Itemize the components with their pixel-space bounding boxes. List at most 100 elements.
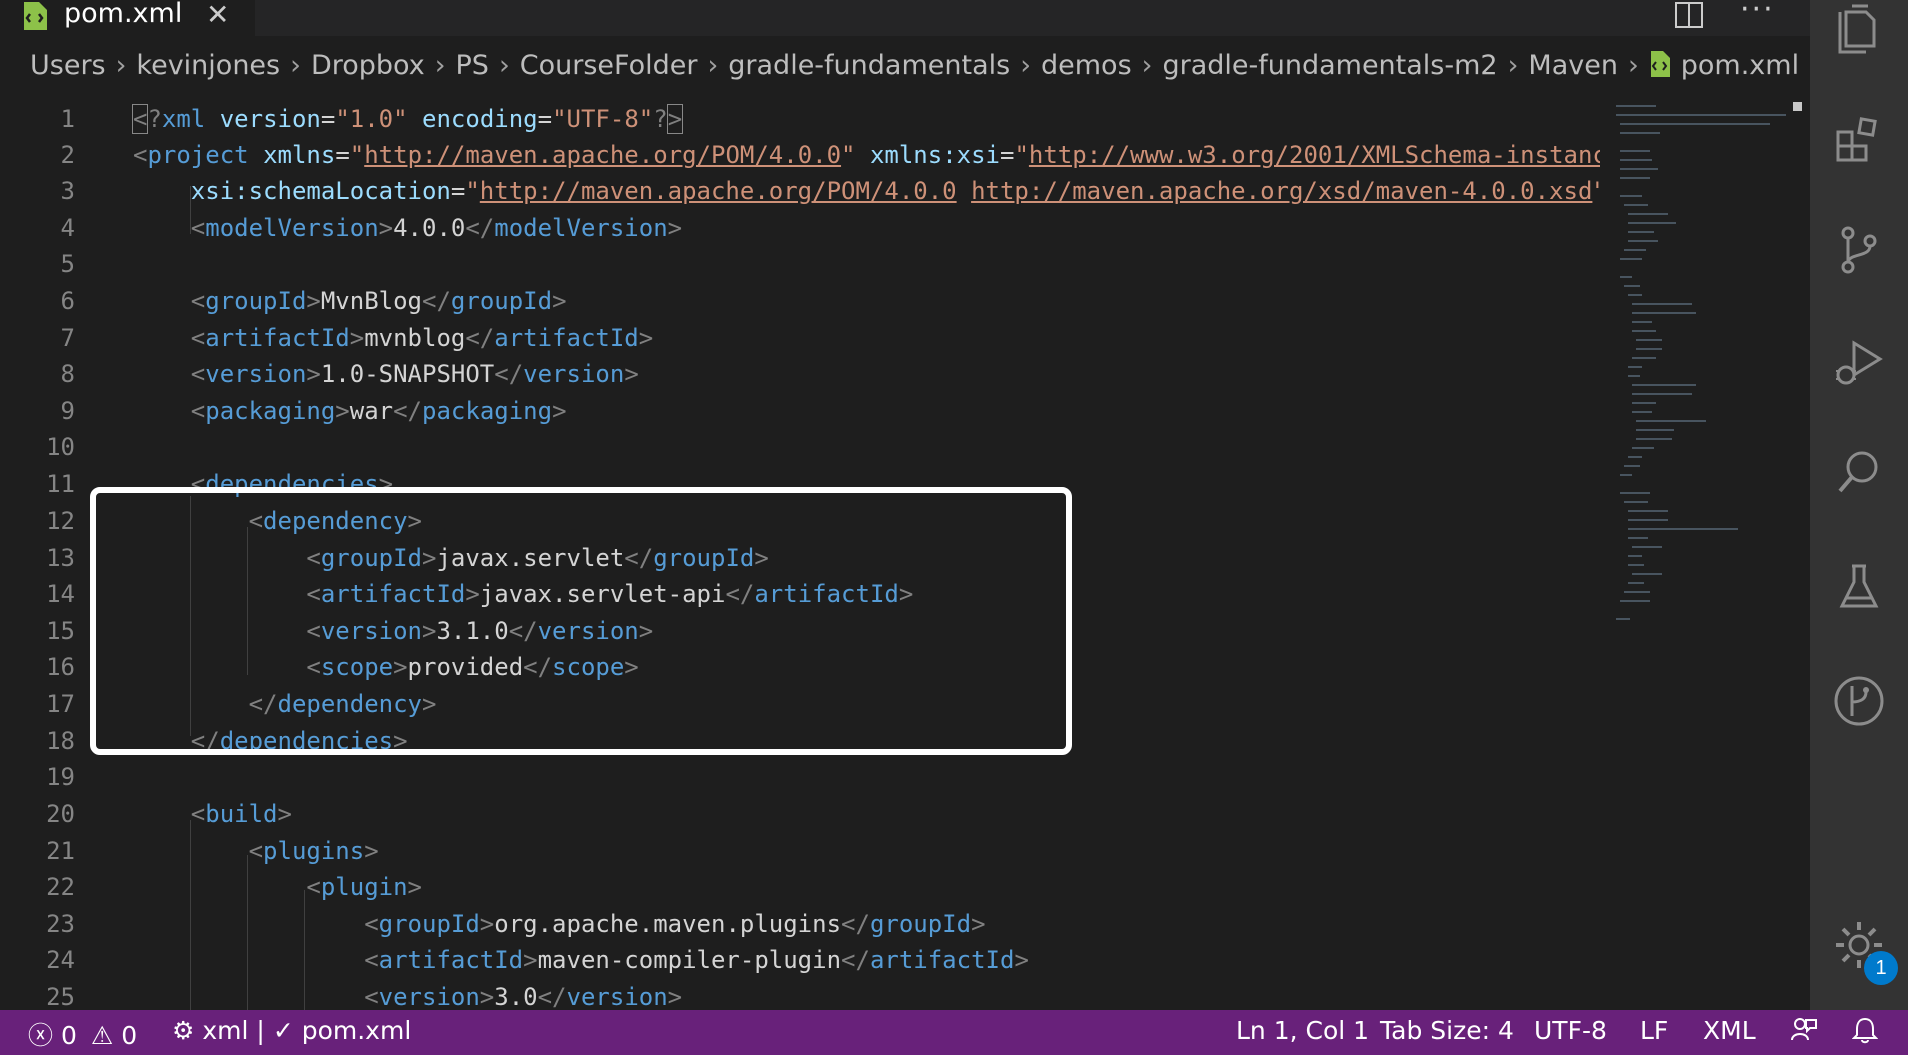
line-number: 20 xyxy=(46,800,75,828)
tab-label: pom.xml xyxy=(64,0,183,29)
line-content: xsi:schemaLocation="http://maven.apache.… xyxy=(190,177,1600,205)
line-number: 25 xyxy=(46,983,75,1010)
file-xml-icon xyxy=(22,2,48,34)
line-content: <plugins> xyxy=(248,837,379,865)
breadcrumb-item[interactable]: CourseFolder xyxy=(520,50,698,81)
line-number: 4 xyxy=(60,214,75,242)
line-number: 24 xyxy=(46,946,75,974)
encoding[interactable]: UTF-8 xyxy=(1534,1016,1607,1045)
tab-bar: pom.xml ✕ ··· xyxy=(0,0,1810,36)
minimap[interactable] xyxy=(1612,100,1802,1010)
chevron-right-icon: › xyxy=(1627,50,1639,81)
code-line: 22 <plugin> xyxy=(0,869,1600,905)
line-content: <?xml version="1.0" encoding="UTF-8"?> xyxy=(131,104,684,134)
testing-icon[interactable] xyxy=(1832,560,1886,614)
line-content: <groupId>org.apache.maven.plugins</group… xyxy=(364,910,986,938)
warning-count: 0 xyxy=(121,1021,138,1050)
scrollbar-thumb[interactable] xyxy=(1793,102,1802,111)
warnings-icon: ⚠ xyxy=(90,1021,114,1050)
code-line: 1 <?xml version="1.0" encoding="UTF-8"?> xyxy=(0,101,1600,137)
explorer-icon[interactable] xyxy=(1832,2,1886,56)
line-number: 16 xyxy=(46,653,75,681)
line-number: 15 xyxy=(46,617,75,645)
line-content: <modelVersion>4.0.0</modelVersion> xyxy=(190,214,683,242)
breadcrumb-item[interactable]: gradle-fundamentals-m2 xyxy=(1162,50,1497,81)
timeline-icon[interactable] xyxy=(1832,674,1886,728)
extensions-icon[interactable] xyxy=(1832,112,1886,166)
code-line: 21 <plugins> xyxy=(0,833,1600,869)
search-icon[interactable] xyxy=(1832,445,1886,499)
close-icon[interactable]: ✕ xyxy=(206,0,229,31)
line-number: 11 xyxy=(46,470,75,498)
run-debug-icon[interactable] xyxy=(1832,335,1886,389)
line-number: 18 xyxy=(46,727,75,755)
breadcrumb-item[interactable]: Dropbox xyxy=(311,50,425,81)
code-line: 2 <project xmlns="http://maven.apache.org… xyxy=(0,137,1600,173)
code-line: 3 xsi:schemaLocation="http://maven.apach… xyxy=(0,173,1600,209)
line-number: 3 xyxy=(60,177,75,205)
activity-bar xyxy=(1810,0,1908,1010)
highlight-box xyxy=(90,487,1072,755)
line-content: <plugin> xyxy=(306,873,422,901)
line-number: 19 xyxy=(46,763,75,791)
status-bar: ⓧ 0 ⚠ 0 ⚙ xml | ✓ pom.xml Ln 1, Col 1 Ta… xyxy=(0,1010,1908,1055)
breadcrumb-item[interactable]: gradle-fundamentals xyxy=(728,50,1010,81)
source-control-icon[interactable] xyxy=(1832,223,1886,277)
line-number: 6 xyxy=(60,287,75,315)
chevron-right-icon: › xyxy=(115,50,127,81)
chevron-right-icon: › xyxy=(1141,50,1153,81)
check-icon: ✓ xyxy=(272,1016,294,1045)
line-number: 1 xyxy=(60,105,75,133)
notification-badge: 1 xyxy=(1864,951,1898,985)
code-line: 6 <groupId>MvnBlog</groupId> xyxy=(0,283,1600,319)
cursor-position[interactable]: Ln 1, Col 1 xyxy=(1236,1016,1369,1045)
line-number: 14 xyxy=(46,580,75,608)
split-editor-icon[interactable] xyxy=(1675,2,1703,32)
file-label: pom.xml xyxy=(301,1016,412,1045)
line-number: 8 xyxy=(60,360,75,388)
line-content: <packaging>war</packaging> xyxy=(190,397,567,425)
chevron-right-icon: › xyxy=(707,50,719,81)
code-line: 19 xyxy=(0,759,1600,795)
breadcrumb-item[interactable]: Users xyxy=(30,50,106,81)
bell-icon[interactable] xyxy=(1851,1016,1879,1050)
feedback-icon[interactable] xyxy=(1790,1016,1818,1050)
code-line: 20 <build> xyxy=(0,796,1600,832)
code-line: 9 <packaging>war</packaging> xyxy=(0,393,1600,429)
line-number: 2 xyxy=(60,141,75,169)
code-line: 25 <version>3.0</version> xyxy=(0,979,1600,1010)
line-number: 17 xyxy=(46,690,75,718)
gear-icon: ⚙ xyxy=(172,1016,195,1045)
breadcrumb-item[interactable]: PS xyxy=(456,50,489,81)
code-line: 4 <modelVersion>4.0.0</modelVersion> xyxy=(0,210,1600,246)
code-line: 23 <groupId>org.apache.maven.plugins</gr… xyxy=(0,906,1600,942)
end-of-line[interactable]: LF xyxy=(1640,1016,1668,1045)
chevron-right-icon: › xyxy=(1507,50,1519,81)
line-number: 13 xyxy=(46,544,75,572)
breadcrumb-item[interactable]: kevinjones xyxy=(136,50,280,81)
tab-size[interactable]: Tab Size: 4 xyxy=(1380,1016,1514,1045)
line-number: 12 xyxy=(46,507,75,535)
line-number: 21 xyxy=(46,837,75,865)
chevron-right-icon: › xyxy=(290,50,301,81)
line-content: <artifactId>mvnblog</artifactId> xyxy=(190,324,654,352)
line-number: 22 xyxy=(46,873,75,901)
breadcrumb: Users › kevinjones › Dropbox › PS › CourseFolder… xyxy=(0,50,1810,100)
chevron-right-icon: › xyxy=(498,50,510,81)
line-content: <version>1.0-SNAPSHOT</version> xyxy=(190,360,639,388)
chevron-right-icon: › xyxy=(434,50,446,81)
language-mode[interactable]: XML xyxy=(1703,1016,1756,1045)
code-line: 24 <artifactId>maven-compiler-plugin</ar… xyxy=(0,942,1600,978)
breadcrumb-item[interactable]: demos xyxy=(1041,50,1132,81)
separator: | xyxy=(256,1016,265,1045)
line-content: <project xmlns="http://maven.apache.org/… xyxy=(133,141,1600,169)
language-server-status[interactable]: ⚙ xml | ✓ pom.xml xyxy=(172,1016,411,1045)
line-number: 9 xyxy=(60,397,75,425)
breadcrumb-item[interactable]: Maven xyxy=(1528,50,1618,81)
breadcrumb-item[interactable]: pom.xml xyxy=(1681,50,1799,81)
errors-icon: ⓧ xyxy=(28,1021,54,1050)
code-line: 5 xyxy=(0,246,1600,282)
more-actions-icon[interactable]: ··· xyxy=(1740,0,1775,27)
problems-indicator[interactable]: ⓧ 0 ⚠ 0 xyxy=(28,1016,137,1052)
tab-pom-xml[interactable]: pom.xml ✕ xyxy=(0,0,255,36)
